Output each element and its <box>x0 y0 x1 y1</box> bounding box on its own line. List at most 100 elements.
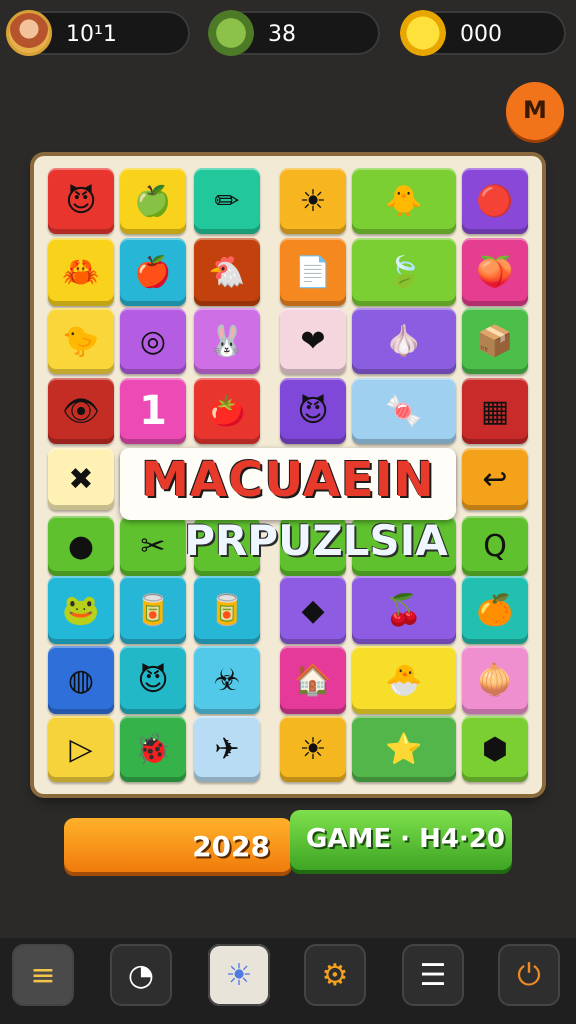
nav-timer-button[interactable]: ◔ <box>110 944 172 1006</box>
tile-icon: ✖ <box>68 461 94 497</box>
coin-counter: 000 <box>400 10 566 56</box>
board-tile[interactable]: 🍃 <box>352 238 456 306</box>
tile-icon: ● <box>67 528 95 564</box>
tile-icon: 🍒 <box>385 592 423 628</box>
board-tile[interactable]: 📦 <box>462 308 528 374</box>
board-tile[interactable]: ❤ <box>280 308 346 374</box>
tile-icon: 🧄 <box>385 323 423 359</box>
nav-list-button[interactable]: ☰ <box>402 944 464 1006</box>
board-tile[interactable]: ☀ <box>280 168 346 234</box>
tile-icon: 🧅 <box>476 662 514 698</box>
board-tile[interactable]: ☀ <box>280 716 346 782</box>
timer-icon: ◔ <box>127 957 155 993</box>
tile-icon: 🥫 <box>134 592 172 628</box>
board-tile[interactable]: ✈ <box>194 716 260 782</box>
board-tile[interactable]: 🐤 <box>48 308 114 374</box>
board-tile[interactable]: ↩ <box>462 448 528 510</box>
board-tile[interactable]: 🧄 <box>352 308 456 374</box>
tile-icon: 🍊 <box>476 592 514 628</box>
tile-icon: 😈 <box>137 662 169 698</box>
tile-icon: ◍ <box>67 662 95 698</box>
tile-icon: 🍃 <box>385 254 423 290</box>
board-tile[interactable]: ▦ <box>462 378 528 444</box>
board-tile[interactable]: 🍒 <box>352 576 456 644</box>
tile-icon: ↩ <box>482 461 508 497</box>
leaf-value: 38 <box>268 22 296 47</box>
board-tile[interactable]: ⭐ <box>352 716 456 782</box>
board-tile[interactable]: 🐰 <box>194 308 260 374</box>
top-bar: 10¹1 38 000 <box>0 0 576 70</box>
tile-icon: ☀ <box>299 731 327 767</box>
board-tile[interactable]: Q <box>462 516 528 576</box>
board-tile[interactable]: 🧅 <box>462 646 528 714</box>
tile-icon: 📦 <box>476 323 514 359</box>
board-tile[interactable]: ◆ <box>280 576 346 644</box>
board-tile[interactable]: ◍ <box>48 646 114 714</box>
power-icon: ⏻ <box>517 957 541 993</box>
board-tile[interactable]: ▷ <box>48 716 114 782</box>
board-tile[interactable]: ☣ <box>194 646 260 714</box>
board-tile[interactable]: 🐔 <box>194 238 260 306</box>
board-tile[interactable]: 🔴 <box>462 168 528 234</box>
board-tile[interactable]: 🍎 <box>120 238 186 306</box>
score-value: 2028 <box>192 830 270 863</box>
list-icon: ☰ <box>419 957 447 993</box>
nav-power-button[interactable]: ⏻ <box>498 944 560 1006</box>
profile-pill[interactable]: 10¹1 <box>6 10 190 56</box>
board-tile[interactable]: 🏠 <box>280 646 346 714</box>
tile-icon: 🐸 <box>62 592 100 628</box>
sun-icon: ☀ <box>225 957 253 993</box>
board-tile[interactable]: 😈 <box>120 646 186 714</box>
tile-icon: 🐣 <box>385 662 423 698</box>
tile-icon: ✏ <box>214 183 240 219</box>
board-tile[interactable]: 🍅 <box>194 378 260 444</box>
tile-icon: 🍅 <box>208 393 246 429</box>
leaf-counter: 38 <box>208 10 380 56</box>
nav-layers-button[interactable]: ≡ <box>12 944 74 1006</box>
board-tile[interactable]: ⬢ <box>462 716 528 782</box>
leaf-icon <box>208 10 254 56</box>
layers-icon: ≡ <box>30 957 56 993</box>
board-tile[interactable]: ✖ <box>48 448 114 510</box>
board-tile[interactable]: 🥫 <box>120 576 186 644</box>
board-tile[interactable]: 🦀 <box>48 238 114 306</box>
board-tile[interactable]: 🥫 <box>194 576 260 644</box>
board-tile[interactable]: 🍑 <box>462 238 528 306</box>
board-tile[interactable]: 🐥 <box>352 168 456 234</box>
board-tile[interactable]: ◎ <box>120 308 186 374</box>
coin-icon <box>400 10 446 56</box>
tile-icon: ◎ <box>139 323 167 359</box>
game-timer-button[interactable]: GAME · H4·20 <box>290 810 512 870</box>
board-tile[interactable]: 1 <box>120 378 186 444</box>
tile-icon: 😈 <box>65 183 97 219</box>
board-tile[interactable]: 🍊 <box>462 576 528 644</box>
board-tile[interactable]: 😈 <box>48 168 114 234</box>
tile-icon: ❤ <box>300 323 326 359</box>
tile-icon: 🐰 <box>208 323 246 359</box>
map-menu-button[interactable]: M <box>506 82 564 140</box>
board-tile[interactable]: 📄 <box>280 238 346 306</box>
board-tile[interactable]: 🐸 <box>48 576 114 644</box>
board-tile[interactable]: 🍬 <box>352 378 456 444</box>
board-tile[interactable]: ● <box>48 516 114 576</box>
tile-icon: ☣ <box>213 662 241 698</box>
tile-icon: 🐔 <box>208 254 246 290</box>
board-tile[interactable]: ✏ <box>194 168 260 234</box>
board-tile[interactable]: 🐣 <box>352 646 456 714</box>
nav-sun-button[interactable]: ☀ <box>208 944 270 1006</box>
tile-icon: 1 <box>139 388 167 434</box>
tile-icon: ⭐ <box>385 731 423 767</box>
tile-icon: 🐥 <box>385 183 423 219</box>
tile-icon: ☀ <box>299 183 327 219</box>
tile-icon: ▷ <box>69 731 93 767</box>
tile-icon: 🍎 <box>134 254 172 290</box>
tile-icon: 🦀 <box>62 254 100 290</box>
nav-gear-button[interactable]: ⚙ <box>304 944 366 1006</box>
board-tile[interactable]: 👁 <box>48 378 114 444</box>
tile-icon: ▦ <box>480 393 510 429</box>
board-tile[interactable]: 🐞 <box>120 716 186 782</box>
board-tile[interactable]: 😈 <box>280 378 346 444</box>
board-tile[interactable]: 🍏 <box>120 168 186 234</box>
tile-icon: ◆ <box>301 592 325 628</box>
avatar[interactable] <box>6 10 52 56</box>
